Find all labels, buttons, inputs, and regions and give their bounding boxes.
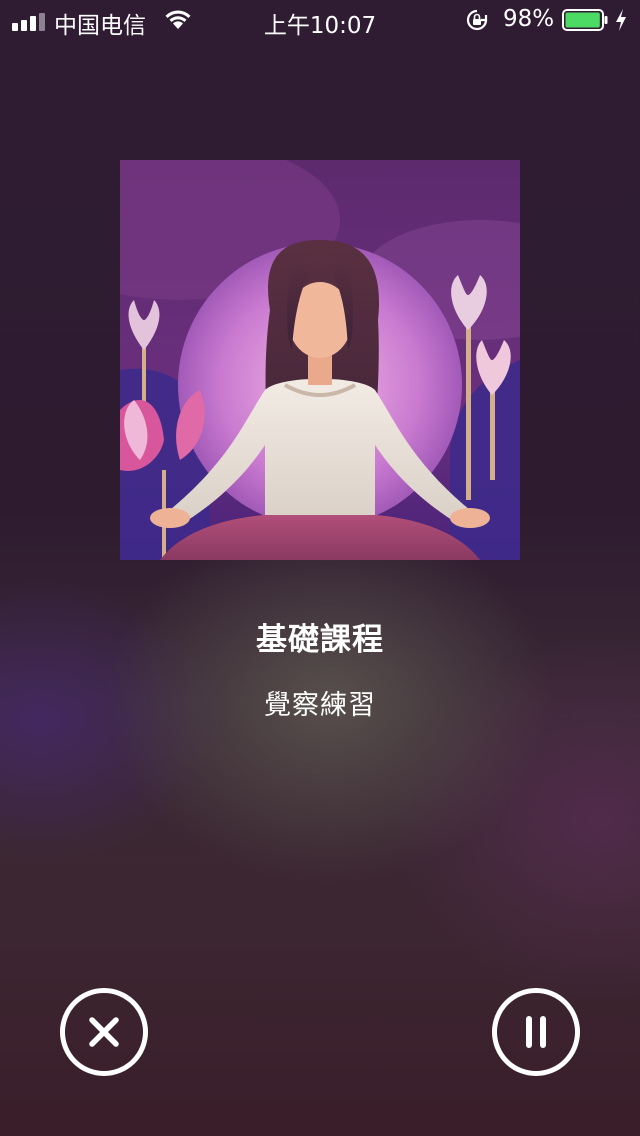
course-title: 基礎課程 — [256, 622, 384, 658]
close-icon — [89, 1017, 119, 1047]
session-subtitle: 覺察練習 — [264, 690, 376, 721]
battery-percent: 98% — [503, 6, 555, 32]
rotation-lock-icon — [466, 9, 488, 31]
course-artwork — [120, 160, 520, 560]
pause-button[interactable] — [492, 988, 580, 1076]
close-button[interactable] — [60, 988, 148, 1076]
battery-icon — [562, 9, 608, 31]
pause-icon — [526, 1016, 546, 1048]
meditation-woman-lotus-artwork — [120, 160, 520, 560]
charging-icon — [616, 9, 626, 31]
status-bar: 中国电信 上午10:07 98% — [0, 0, 640, 40]
